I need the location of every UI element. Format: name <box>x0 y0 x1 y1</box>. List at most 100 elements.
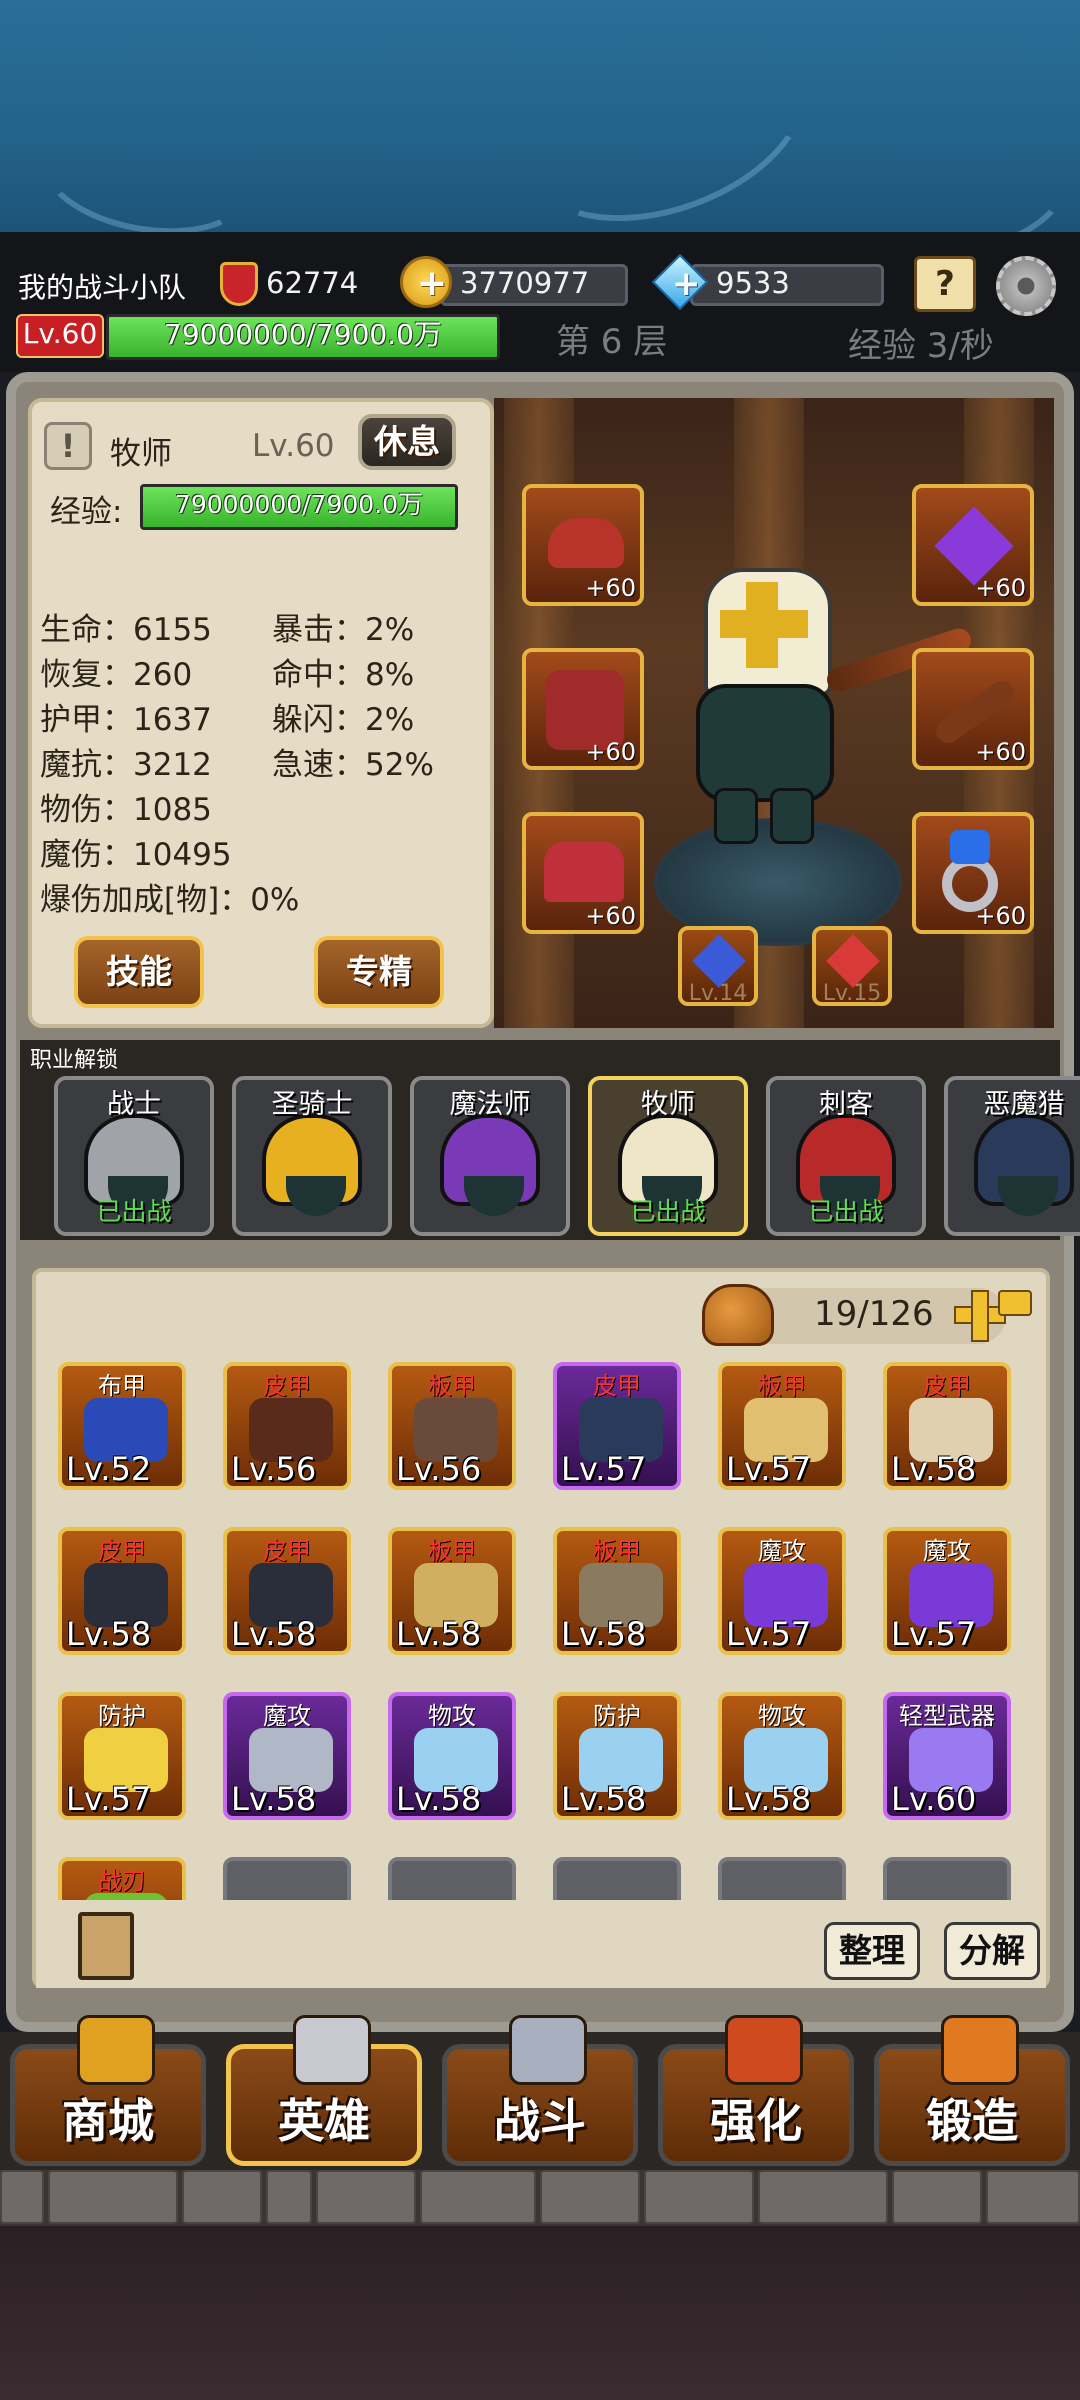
inventory-item[interactable]: 皮甲 Lv.58 <box>58 1527 186 1655</box>
item-level: Lv.56 <box>231 1450 317 1488</box>
class-card-4[interactable]: 牧师 已出战 <box>588 1076 748 1236</box>
inventory-item[interactable]: 防护 Lv.57 <box>58 1692 186 1820</box>
dark-floor <box>0 2226 1080 2400</box>
hero-exp-label: 经验: <box>50 494 123 530</box>
class-name: 圣骑士 <box>271 1089 353 1120</box>
stat-magic-resist: 魔抗：3212 <box>40 747 212 783</box>
player-level-badge: Lv.60 <box>16 314 104 358</box>
top-status-bar: 我的战斗小队 62774 + 3770977 + 9533 ? Lv.60 79… <box>0 232 1080 372</box>
inventory-item[interactable]: 防护 Lv.58 <box>553 1692 681 1820</box>
top-background <box>0 0 1080 270</box>
class-name: 恶魔猎 <box>983 1089 1065 1120</box>
stat-crit-dmg-bonus: 爆伤加成[物]：0% <box>40 882 300 918</box>
stat-hp: 生命：6155 <box>40 612 212 648</box>
disassemble-button[interactable]: 分解 <box>944 1922 1040 1980</box>
item-type: 战刃 <box>98 1867 146 1895</box>
inventory-item[interactable]: 板甲 Lv.57 <box>718 1362 846 1490</box>
stats-right-column: 暴击：2% 命中：8% 躲闪：2% 急速：52% <box>272 604 434 784</box>
class-card-3[interactable]: 魔法师 <box>410 1076 570 1236</box>
settings-gear-icon[interactable] <box>996 256 1056 316</box>
crossed-swords-icon <box>509 2015 587 2085</box>
nav-button-1[interactable]: 商城 <box>10 2015 206 2166</box>
equip-slot-amulet[interactable]: +60 <box>912 484 1034 606</box>
gold-coin-plus-icon[interactable]: + <box>400 256 452 308</box>
stat-phys-dmg: 物伤：1085 <box>40 792 212 828</box>
gem-slot-1[interactable]: Lv.14 <box>678 926 758 1006</box>
class-name: 刺客 <box>819 1089 873 1120</box>
inventory-item[interactable]: 皮甲 Lv.58 <box>223 1527 351 1655</box>
quest-book-icon[interactable]: ? <box>914 256 976 312</box>
item-level: Lv.57 <box>561 1450 647 1488</box>
class-status: 已出战 <box>808 1197 884 1226</box>
horned-helmet-icon <box>293 2015 371 2085</box>
nav-button-4[interactable]: 强化 <box>658 2015 854 2166</box>
specialization-button[interactable]: 专精 <box>314 936 444 1008</box>
class-status: 已出战 <box>630 1197 706 1226</box>
inventory-item[interactable]: 魔攻 Lv.57 <box>718 1527 846 1655</box>
rest-button[interactable]: 休息 <box>358 414 456 470</box>
item-level: Lv.58 <box>231 1780 317 1818</box>
class-name: 魔法师 <box>449 1089 531 1120</box>
item-level: Lv.58 <box>561 1780 647 1818</box>
class-card-6[interactable]: 恶魔猎 <box>944 1076 1080 1236</box>
hero-info-panel: ! 牧师 Lv.60 休息 经验: 79000000/7900.0万 生命：61… <box>28 398 494 1028</box>
stats-left-column: 生命：6155 恢复：260 护甲：1637 魔抗：3212 物伤：1085 魔… <box>40 604 299 919</box>
inventory-item[interactable]: 魔攻 Lv.57 <box>883 1527 1011 1655</box>
item-type: 物攻 <box>428 1702 476 1730</box>
expand-inventory-video-icon[interactable] <box>954 1290 1032 1346</box>
item-level: Lv.58 <box>66 1615 152 1653</box>
inventory-item[interactable]: 板甲 Lv.58 <box>553 1527 681 1655</box>
class-card-2[interactable]: 圣骑士 <box>232 1076 392 1236</box>
sort-button[interactable]: 整理 <box>824 1922 920 1980</box>
hero-class-name: 牧师 <box>110 436 172 472</box>
equip-slot-boots[interactable]: +60 <box>522 812 644 934</box>
item-type: 皮甲 <box>593 1372 641 1400</box>
class-unlock-label: 职业解锁 <box>30 1048 119 1073</box>
class-portrait <box>262 1114 362 1216</box>
gem-art <box>826 934 880 988</box>
inventory-item[interactable]: 皮甲 Lv.57 <box>553 1362 681 1490</box>
inventory-item[interactable]: 魔攻 Lv.58 <box>223 1692 351 1820</box>
equip-slot-ring[interactable]: +60 <box>912 812 1034 934</box>
team-name: 我的战斗小队 <box>18 271 187 304</box>
item-level: Lv.60 <box>891 1780 977 1818</box>
class-card-5[interactable]: 刺客 已出战 <box>766 1076 926 1236</box>
item-level: Lv.58 <box>231 1615 317 1653</box>
inventory-item[interactable]: 皮甲 Lv.56 <box>223 1362 351 1490</box>
inventory-item[interactable]: 板甲 Lv.56 <box>388 1362 516 1490</box>
item-type: 板甲 <box>758 1372 806 1400</box>
item-type: 板甲 <box>428 1537 476 1565</box>
gem-level: Lv.14 <box>688 981 748 1006</box>
inventory-item[interactable]: 物攻 Lv.58 <box>388 1692 516 1820</box>
item-type: 皮甲 <box>263 1372 311 1400</box>
item-book-icon[interactable] <box>78 1912 134 1980</box>
class-portrait <box>974 1114 1074 1216</box>
gem-slot-2[interactable]: Lv.15 <box>812 926 892 1006</box>
class-portrait <box>440 1114 540 1216</box>
item-level: Lv.57 <box>891 1615 977 1653</box>
equip-slot-hat[interactable]: +60 <box>522 484 644 606</box>
inventory-item[interactable]: 物攻 Lv.58 <box>718 1692 846 1820</box>
inventory-item[interactable]: 板甲 Lv.58 <box>388 1527 516 1655</box>
item-level: Lv.57 <box>726 1450 812 1488</box>
item-type: 魔攻 <box>923 1537 971 1565</box>
diamond-plus-icon[interactable]: + <box>651 253 709 311</box>
inventory-item[interactable]: 布甲 Lv.52 <box>58 1362 186 1490</box>
exp-rate-label: 经验 3/秒 <box>848 326 994 366</box>
gem-level: Lv.15 <box>822 981 882 1006</box>
info-icon[interactable]: ! <box>44 422 92 470</box>
inventory-item[interactable]: 轻型武器 Lv.60 <box>883 1692 1011 1820</box>
item-level: Lv.58 <box>396 1615 482 1653</box>
nav-button-3[interactable]: 战斗 <box>442 2015 638 2166</box>
item-type: 布甲 <box>98 1372 146 1400</box>
equip-slot-weapon[interactable]: +60 <box>912 648 1034 770</box>
nav-button-5[interactable]: 锻造 <box>874 2015 1070 2166</box>
equip-slot-armor[interactable]: +60 <box>522 648 644 770</box>
skills-button[interactable]: 技能 <box>74 936 204 1008</box>
class-unlock-strip: 职业解锁 战士 已出战 圣骑士 魔法师 牧师 已出战 刺客 已出战 恶魔猎 <box>20 1040 1080 1240</box>
class-card-1[interactable]: 战士 已出战 <box>54 1076 214 1236</box>
nav-label: 锻造 <box>926 2094 1018 2148</box>
inventory-item[interactable]: 皮甲 Lv.58 <box>883 1362 1011 1490</box>
stat-regen: 恢复：260 <box>40 657 193 693</box>
nav-button-2[interactable]: 英雄 <box>226 2015 422 2166</box>
